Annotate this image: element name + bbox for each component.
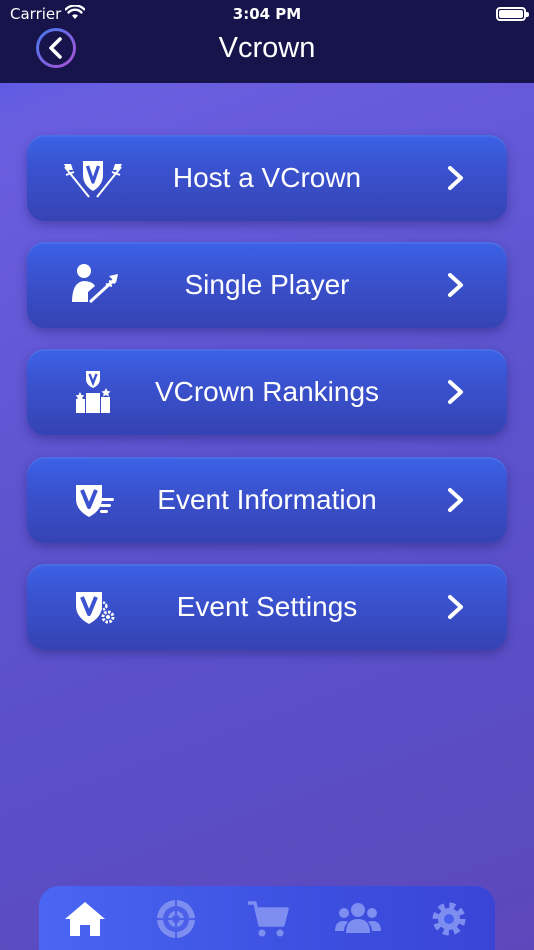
- host-vcrown-button[interactable]: Host a VCrown: [27, 135, 507, 221]
- status-bar: Carrier 3:04 PM: [0, 0, 534, 28]
- tab-community[interactable]: [335, 898, 381, 940]
- cart-icon: [248, 901, 289, 937]
- chevron-right-icon: [448, 273, 463, 297]
- chevron-right-icon: [448, 595, 463, 619]
- event-settings-button[interactable]: Event Settings: [27, 564, 507, 650]
- tab-home[interactable]: [62, 898, 108, 940]
- target-icon: [157, 900, 195, 938]
- tab-cart[interactable]: [245, 898, 291, 940]
- chevron-right-icon: [448, 166, 463, 190]
- tab-settings[interactable]: [426, 898, 472, 940]
- vcrown-rankings-button[interactable]: VCrown Rankings: [27, 349, 507, 435]
- home-icon: [65, 902, 105, 936]
- gear-icon: [432, 902, 466, 936]
- menu-label-event-settings: Event Settings: [176, 591, 358, 622]
- menu-label-event-info: Event Information: [157, 484, 377, 515]
- event-information-button[interactable]: Event Information: [27, 457, 507, 543]
- chevron-right-icon: [448, 380, 463, 404]
- menu-label-host: Host a VCrown: [172, 162, 362, 193]
- tab-bar: [39, 886, 495, 950]
- battery-icon: [496, 7, 529, 21]
- tab-target[interactable]: [153, 898, 199, 940]
- top-bar: Carrier 3:04 PM Vcrown: [0, 0, 534, 83]
- menu-label-single-player: Single Player: [184, 269, 350, 300]
- clock: 3:04 PM: [232, 5, 302, 23]
- menu-label-rankings: VCrown Rankings: [154, 376, 380, 407]
- page-title: Vcrown: [218, 32, 316, 64]
- chevron-right-icon: [448, 488, 463, 512]
- single-player-button[interactable]: Single Player: [27, 242, 507, 328]
- people-icon: [335, 903, 381, 933]
